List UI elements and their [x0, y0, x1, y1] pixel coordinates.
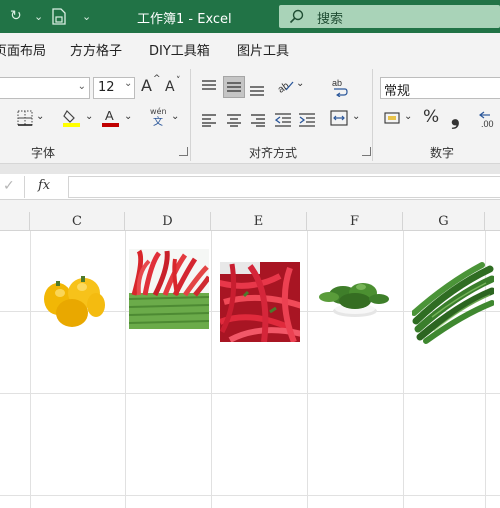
number-group-label: 数字	[430, 146, 455, 160]
group-separator	[190, 69, 191, 161]
redo-dropdown-icon[interactable]: ⌄	[34, 10, 43, 23]
svg-text:A: A	[105, 108, 114, 123]
gridline	[307, 231, 308, 508]
number-format-box[interactable]: 常规	[380, 77, 500, 99]
accounting-format-icon[interactable]	[383, 110, 401, 126]
number-format-value: 常规	[384, 84, 411, 99]
red-chilies-pile-image[interactable]	[220, 262, 300, 342]
comma-style-icon[interactable]: ❟	[451, 107, 460, 129]
increase-decimal-icon[interactable]: .00	[478, 108, 500, 129]
chevron-down-icon[interactable]: ⌄	[85, 112, 93, 122]
fill-color-icon[interactable]	[63, 108, 81, 128]
tab-page-layout[interactable]: 页面布局	[0, 40, 46, 59]
redo-icon[interactable]: ↻	[10, 8, 22, 24]
align-middle-icon	[227, 82, 241, 92]
svg-text:.00: .00	[481, 119, 494, 128]
formula-input[interactable]	[68, 176, 500, 198]
font-dialog-launcher-icon[interactable]	[179, 147, 188, 156]
align-middle-button[interactable]	[223, 76, 245, 98]
shrink-caret-icon: ˅	[176, 76, 181, 86]
ribbon: ⌄ 12 ⌄ A ^ A ˅ ⌄ ⌄ A ⌄ wén 文 ⌄ ab ⌄ ab ⌄…	[0, 63, 500, 164]
gridline	[125, 231, 126, 508]
ribbon-tabs: 页面布局 方方格子 DIY工具箱 图片工具	[0, 33, 500, 63]
alignment-dialog-launcher-icon[interactable]	[362, 147, 371, 156]
column-header-c[interactable]: C	[30, 212, 125, 231]
svg-text:ab: ab	[332, 78, 342, 88]
search-box[interactable]: 搜索	[279, 5, 500, 28]
gridline	[30, 231, 31, 508]
borders-icon[interactable]	[17, 110, 33, 126]
percent-style-icon[interactable]: %	[423, 109, 439, 126]
green-chilies-image[interactable]	[412, 261, 494, 345]
gridline	[211, 231, 212, 508]
gridline	[403, 231, 404, 508]
font-name-box[interactable]: ⌄	[0, 77, 90, 99]
column-header-f[interactable]: F	[307, 212, 403, 231]
column-header-g[interactable]: G	[403, 212, 485, 231]
phonetic-char-icon: 文	[153, 117, 163, 128]
tab-picture-tools[interactable]: 图片工具	[237, 40, 289, 59]
chevron-down-icon[interactable]: ⌄	[404, 112, 412, 122]
gridline	[0, 393, 500, 394]
font-size-box[interactable]: 12 ⌄	[93, 77, 135, 99]
ribbon-gap	[0, 164, 500, 174]
yellow-peppers-image[interactable]	[38, 273, 106, 331]
chevron-down-icon[interactable]: ⌄	[352, 112, 360, 122]
sheet-top-strip	[0, 200, 500, 212]
increase-indent-icon[interactable]	[299, 112, 315, 127]
chevron-down-icon: ⌄	[124, 78, 133, 89]
search-icon	[289, 9, 304, 24]
chevron-down-icon[interactable]: ⌄	[171, 112, 179, 122]
red-chilies-bunch-image[interactable]	[129, 249, 209, 329]
formula-divider	[24, 176, 25, 198]
chevron-down-icon[interactable]: ⌄	[296, 79, 304, 89]
tab-fangfang-grid[interactable]: 方方格子	[70, 40, 122, 59]
column-headers: C D E F G	[0, 212, 500, 231]
grow-font-icon[interactable]: A	[141, 78, 152, 94]
shrink-font-icon[interactable]: A	[165, 80, 175, 94]
save-file-icon[interactable]	[52, 8, 66, 25]
decrease-indent-icon[interactable]	[274, 112, 291, 127]
chevron-down-icon[interactable]: ⌄	[36, 112, 44, 122]
insert-function-icon[interactable]: fx	[38, 178, 50, 193]
phonetic-icon[interactable]: wén	[150, 108, 167, 116]
align-left-icon[interactable]	[202, 112, 216, 127]
font-color-icon[interactable]: A	[102, 108, 120, 128]
gridline	[0, 495, 500, 496]
alignment-group-label: 对齐方式	[249, 146, 298, 160]
align-bottom-icon[interactable]	[250, 82, 264, 96]
column-header-h[interactable]	[485, 212, 500, 231]
customize-toolbar-icon[interactable]: ⌄	[82, 10, 91, 23]
font-group-label: 字体	[31, 146, 56, 160]
align-top-icon[interactable]	[202, 79, 216, 93]
window-title: 工作簿1 - Excel	[137, 12, 232, 27]
align-center-icon[interactable]	[227, 112, 241, 127]
font-size-value: 12	[98, 80, 115, 95]
tab-diy-toolbox[interactable]: DIY工具箱	[149, 40, 210, 59]
cell-grid[interactable]	[0, 231, 500, 508]
green-peppers-bowl-image[interactable]	[315, 273, 393, 321]
orientation-icon[interactable]: ab	[276, 78, 294, 96]
search-label: 搜索	[317, 12, 344, 27]
check-icon[interactable]: ✓	[3, 178, 15, 194]
chevron-down-icon[interactable]: ⌄	[124, 112, 132, 122]
title-bar: ↻ ⌄ ⌄ 工作簿1 - Excel 搜索	[0, 0, 500, 33]
wrap-text-icon[interactable]: ab	[331, 77, 349, 98]
group-separator	[372, 69, 373, 161]
merge-center-icon[interactable]	[330, 110, 348, 126]
chevron-down-icon: ⌄	[77, 81, 86, 92]
column-header-b[interactable]	[0, 212, 30, 231]
column-header-e[interactable]: E	[211, 212, 307, 231]
grow-caret-icon: ^	[153, 74, 161, 84]
formula-bar: ✓ fx	[0, 174, 500, 200]
column-header-d[interactable]: D	[125, 212, 211, 231]
align-right-icon[interactable]	[251, 112, 265, 127]
